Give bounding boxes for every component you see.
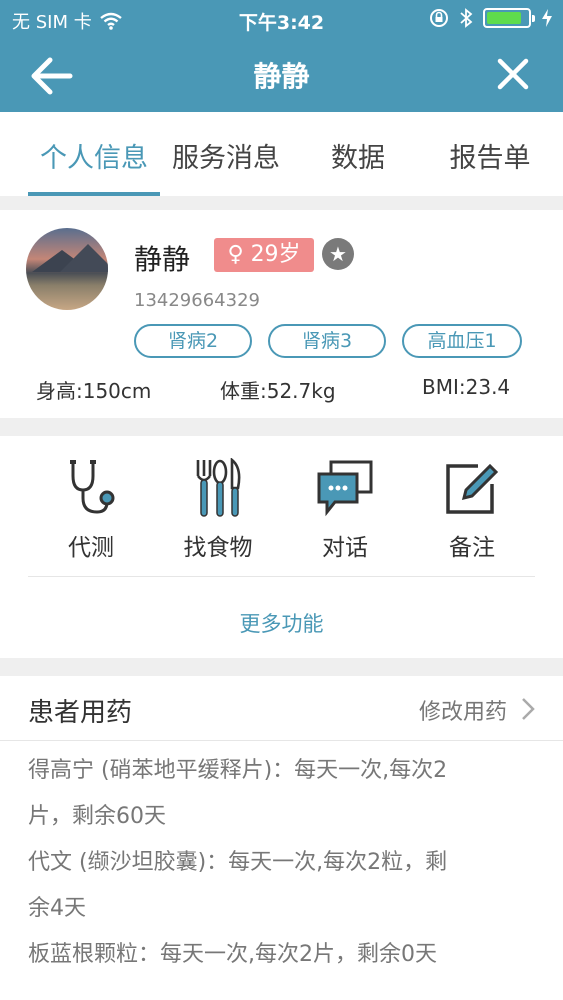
find-food-button[interactable]: 找食物: [163, 458, 273, 562]
tab-underline: [28, 192, 160, 196]
more-functions-link[interactable]: 更多功能: [0, 608, 563, 638]
chat-button[interactable]: 对话: [290, 458, 400, 562]
tab-reports[interactable]: 报告单: [420, 136, 560, 175]
app-header: 无 SIM 卡 下午3:42 静静: [0, 0, 563, 112]
medication-line: 余4天: [28, 896, 86, 921]
function-label: 找食物: [183, 535, 253, 561]
proxy-measure-button[interactable]: 代测: [36, 458, 146, 562]
charging-icon: [542, 9, 552, 27]
divider: [28, 576, 535, 577]
age-label: 29岁: [250, 242, 301, 267]
edit-icon: [446, 463, 499, 514]
notes-button[interactable]: 备注: [417, 458, 527, 562]
weight-value: 体重:52.7kg: [220, 379, 336, 403]
patient-name: 静静: [134, 243, 191, 276]
rotation-lock-icon: [430, 9, 448, 27]
function-panel: 代测 找食物 对话 备注 更多功能: [0, 436, 563, 658]
bmi-value: BMI:23.4: [422, 375, 511, 399]
stethoscope-icon: [70, 460, 115, 514]
tab-service-messages[interactable]: 服务消息: [156, 136, 296, 175]
height-value: 身高:150cm: [36, 379, 152, 403]
close-icon[interactable]: [497, 58, 529, 90]
status-bar: 无 SIM 卡 下午3:42: [0, 0, 563, 38]
tab-data[interactable]: 数据: [288, 136, 428, 175]
chevron-right-icon[interactable]: [519, 696, 537, 722]
page-title: 静静: [253, 60, 310, 93]
disease-tag: 肾病2: [134, 324, 252, 358]
medication-line: 片，剩余60天: [28, 804, 166, 829]
tab-bar: 个人信息 服务消息 数据 报告单: [0, 112, 563, 196]
divider: [0, 740, 563, 741]
avatar[interactable]: [26, 228, 108, 310]
profile-card: 静静 ♀ 29岁 ★ 13429664329 肾病2 肾病3 高血压1 身高:1…: [0, 210, 563, 418]
medication-line: 得高宁 (硝苯地平缓释片)：每天一次,每次2: [28, 758, 448, 783]
utensils-icon: [196, 458, 241, 517]
female-icon: ♀: [227, 242, 244, 267]
disease-tag: 肾病3: [268, 324, 386, 358]
disease-tag: 高血压1: [402, 324, 522, 358]
medication-line: 代文 (缬沙坦胶囊)：每天一次,每次2粒，剩: [28, 850, 448, 875]
medication-section: 患者用药 修改用药 得高宁 (硝苯地平缓释片)：每天一次,每次2 片，剩余60天…: [0, 676, 563, 1000]
battery-icon: [483, 8, 535, 28]
tab-personal-info[interactable]: 个人信息: [24, 136, 164, 175]
star-icon[interactable]: ★: [322, 238, 354, 270]
medication-line: 板蓝根颗粒：每天一次,每次2片，剩余0天: [28, 942, 437, 967]
function-label: 代测: [68, 535, 114, 561]
gender-age-badge: ♀ 29岁: [214, 238, 314, 272]
function-label: 备注: [449, 535, 495, 561]
phone-number: 13429664329: [134, 290, 260, 311]
chat-icon: [317, 460, 373, 517]
bluetooth-icon: [460, 8, 473, 28]
edit-medication-link[interactable]: 修改用药: [419, 694, 507, 726]
medication-title: 患者用药: [28, 698, 133, 728]
function-label: 对话: [322, 535, 368, 561]
